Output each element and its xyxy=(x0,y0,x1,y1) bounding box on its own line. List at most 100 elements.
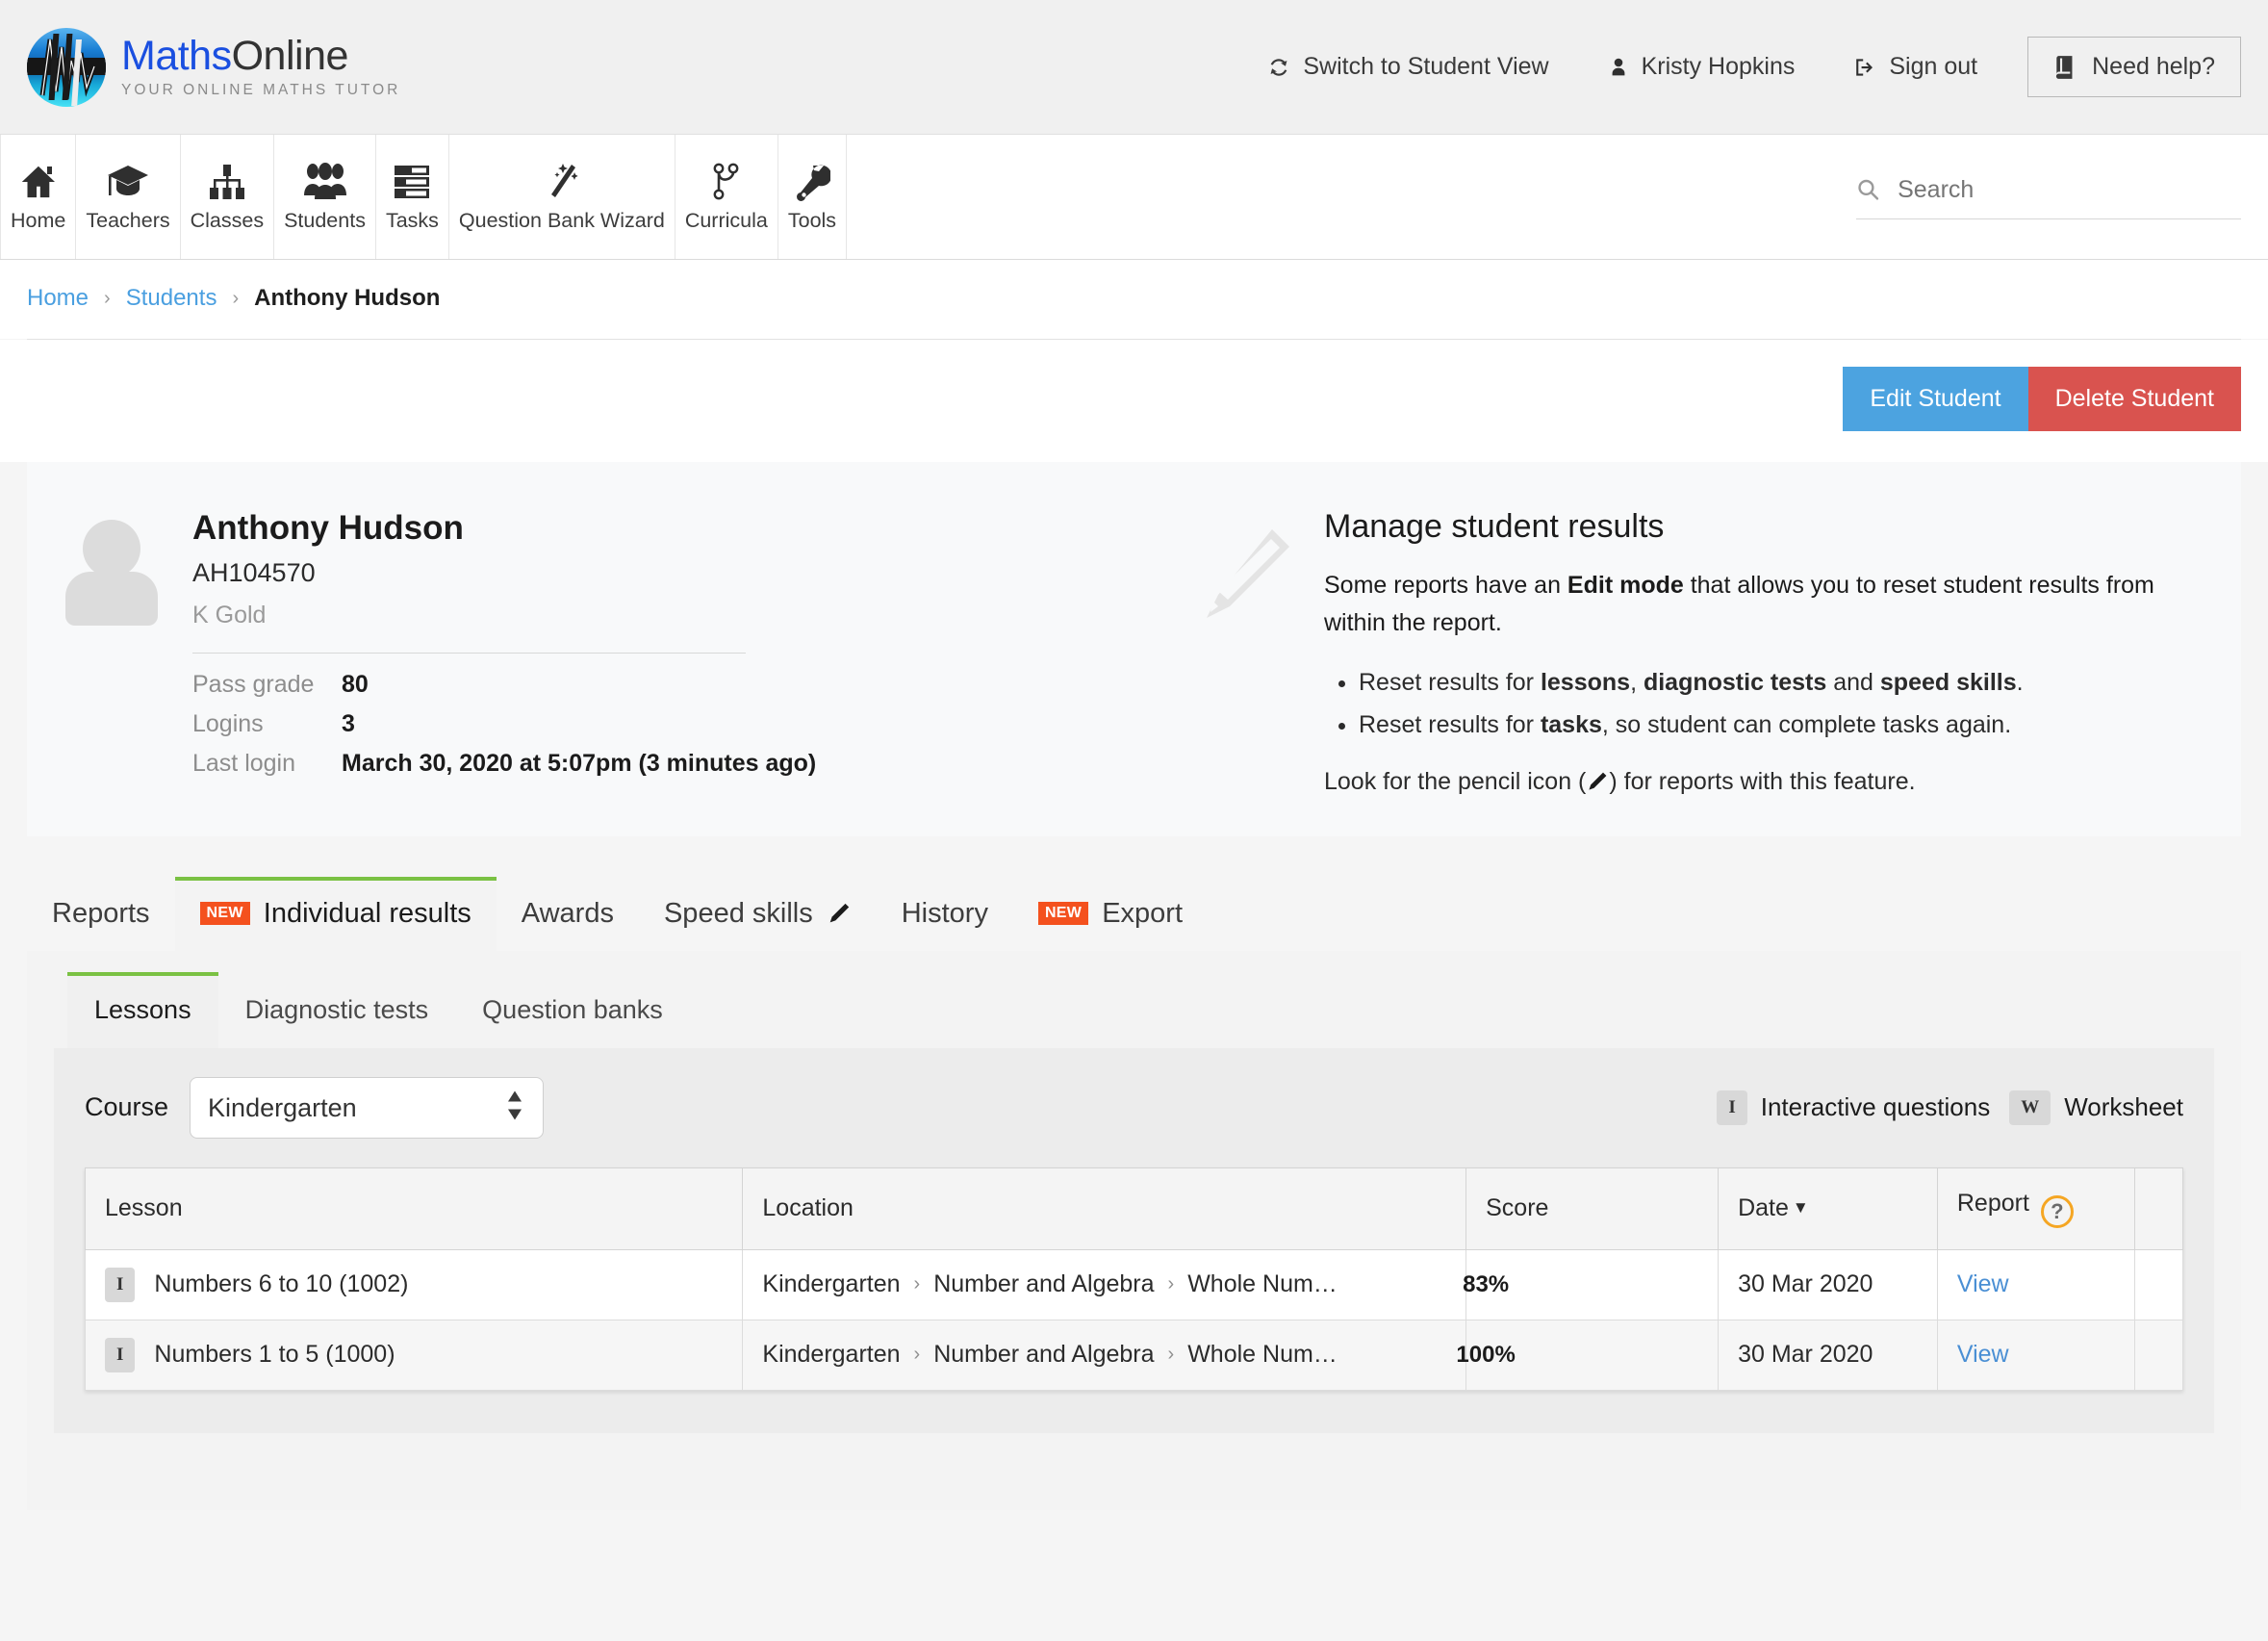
breadcrumb-home-link[interactable]: Home xyxy=(27,285,89,312)
column-header-report-label: Report xyxy=(1957,1190,2029,1217)
user-menu[interactable]: Kristy Hopkins xyxy=(1578,53,1824,81)
tab-export-label: Export xyxy=(1102,898,1183,930)
student-action-bar: Edit Student Delete Student xyxy=(0,340,2268,462)
tab-export[interactable]: NEW Export xyxy=(1013,877,1208,951)
view-report-link[interactable]: View xyxy=(1957,1270,2009,1297)
cell-lesson: I Numbers 1 to 5 (1000) xyxy=(86,1320,743,1390)
nav-item-tasks-label: Tasks xyxy=(386,209,439,233)
nav-item-tools[interactable]: Tools xyxy=(778,135,847,259)
breadcrumb-students-link[interactable]: Students xyxy=(126,285,217,312)
intro-edit-mode: Edit mode xyxy=(1567,572,1684,599)
view-report-link[interactable]: View xyxy=(1957,1341,2009,1368)
field-label-pass-grade: Pass grade xyxy=(192,671,342,699)
nav-item-tools-label: Tools xyxy=(788,209,836,233)
need-help-label: Need help? xyxy=(2092,53,2215,81)
field-value-logins: 3 xyxy=(342,710,816,738)
search-icon xyxy=(1856,176,1880,203)
lessons-panel-body: Course Kindergarten I Interactive questi… xyxy=(54,1048,2214,1433)
location-level-3: Whole Num… xyxy=(1187,1341,1338,1369)
legend-interactive: I Interactive questions xyxy=(1717,1090,1990,1125)
nav-item-students[interactable]: Students xyxy=(274,135,376,259)
column-header-date[interactable]: Date▼ xyxy=(1719,1167,1938,1249)
edit-student-button[interactable]: Edit Student xyxy=(1843,367,2027,431)
list-item: Reset results for lessons, diagnostic te… xyxy=(1359,663,2203,703)
brand-logo[interactable]: MathsOnline YOUR ONLINE MATHS TUTOR xyxy=(27,28,400,107)
legend-interactive-label: Interactive questions xyxy=(1761,1092,1990,1122)
nav-item-curricula[interactable]: Curricula xyxy=(675,135,778,259)
main-navigation: Home Teachers Classes xyxy=(0,135,2268,260)
column-header-lesson[interactable]: Lesson xyxy=(86,1167,743,1249)
tab-reports[interactable]: Reports xyxy=(27,877,175,951)
nav-item-tasks[interactable]: Tasks xyxy=(376,135,449,259)
cell-date: 30 Mar 2020 xyxy=(1719,1320,1938,1390)
tab-individual-results[interactable]: NEW Individual results xyxy=(175,877,497,951)
subtab-question-banks[interactable]: Question banks xyxy=(455,972,690,1048)
subtab-lessons-label: Lessons xyxy=(94,995,191,1024)
course-select[interactable]: Kindergarten xyxy=(190,1077,544,1139)
cell-date: 30 Mar 2020 xyxy=(1719,1249,1938,1320)
need-help-button[interactable]: Need help? xyxy=(2027,37,2241,97)
column-header-location[interactable]: Location xyxy=(743,1167,1466,1249)
cell-score: 83% xyxy=(1466,1249,1719,1320)
individual-results-panel: Lessons Diagnostic tests Question banks … xyxy=(27,951,2241,1510)
tab-speed-skills-label: Speed skills xyxy=(664,898,813,930)
sign-out-link[interactable]: Sign out xyxy=(1823,53,2006,81)
student-summary: Anthony Hudson AH104570 K Gold Pass grad… xyxy=(65,508,1182,796)
sign-out-icon xyxy=(1852,56,1877,79)
column-header-extra xyxy=(2134,1167,2182,1249)
ecg-wave-icon xyxy=(27,28,106,107)
pencil-icon xyxy=(1191,524,1295,796)
subtab-question-banks-label: Question banks xyxy=(482,995,663,1024)
nav-item-curricula-label: Curricula xyxy=(685,209,768,233)
delete-student-button[interactable]: Delete Student xyxy=(2028,367,2241,431)
interactive-chip-icon: I xyxy=(1717,1090,1746,1125)
subtab-diagnostic-tests-label: Diagnostic tests xyxy=(245,995,429,1024)
new-badge: NEW xyxy=(1038,902,1088,925)
sitemap-icon xyxy=(206,161,248,201)
cell-extra xyxy=(2134,1249,2182,1320)
subtab-lessons[interactable]: Lessons xyxy=(67,972,218,1048)
nav-item-classes[interactable]: Classes xyxy=(181,135,274,259)
table-row: I Numbers 6 to 10 (1002) Kindergarten › … xyxy=(86,1249,2183,1320)
tab-history[interactable]: History xyxy=(877,877,1013,951)
breadcrumb-separator-icon: › xyxy=(232,288,239,310)
nav-item-home[interactable]: Home xyxy=(0,135,76,259)
field-label-logins: Logins xyxy=(192,710,342,738)
course-label: Course xyxy=(85,1092,168,1122)
cell-report: View xyxy=(1937,1249,2134,1320)
result-subtabs: Lessons Diagnostic tests Question banks xyxy=(67,972,2214,1048)
manage-results-title: Manage student results xyxy=(1324,508,2203,546)
subtab-diagnostic-tests[interactable]: Diagnostic tests xyxy=(218,972,456,1048)
intro-part-a: Some reports have an xyxy=(1324,572,1567,599)
page-title: Anthony Hudson xyxy=(192,508,816,549)
manage-results-footer: Look for the pencil icon () for reports … xyxy=(1324,768,2203,796)
pencil-inline-icon xyxy=(1586,770,1609,793)
switch-to-student-view-link[interactable]: Switch to Student View xyxy=(1237,53,1577,81)
student-id: AH104570 xyxy=(192,558,816,588)
table-header: Lesson Location Score Date▼ Report? xyxy=(86,1167,2183,1249)
tab-speed-skills[interactable]: Speed skills xyxy=(639,877,877,951)
manage-results-intro: Some reports have an Edit mode that allo… xyxy=(1324,567,2203,642)
location-level-1: Kindergarten xyxy=(762,1341,900,1369)
tab-awards-label: Awards xyxy=(522,898,614,930)
user-name-label: Kristy Hopkins xyxy=(1642,53,1796,81)
book-icon xyxy=(2053,54,2078,81)
location-level-2: Number and Algebra xyxy=(933,1270,1154,1298)
column-header-score[interactable]: Score xyxy=(1466,1167,1719,1249)
nav-item-home-label: Home xyxy=(11,209,65,233)
field-label-last-login: Last login xyxy=(192,750,342,778)
table-body: I Numbers 6 to 10 (1002) Kindergarten › … xyxy=(86,1249,2183,1390)
nav-item-question-bank-wizard[interactable]: Question Bank Wizard xyxy=(449,135,675,259)
tab-awards[interactable]: Awards xyxy=(497,877,639,951)
sign-out-label: Sign out xyxy=(1889,53,1977,81)
nav-item-question-bank-wizard-label: Question Bank Wizard xyxy=(459,209,665,233)
sort-descending-icon: ▼ xyxy=(1793,1198,1809,1217)
help-question-icon[interactable]: ? xyxy=(2041,1195,2074,1228)
mathsonline-logo-icon xyxy=(27,28,106,107)
table-header-row: Lesson Location Score Date▼ Report? xyxy=(86,1167,2183,1249)
global-search[interactable] xyxy=(1856,175,2268,219)
avatar xyxy=(65,520,158,612)
top-bar-actions: Switch to Student View Kristy Hopkins Si… xyxy=(1237,37,2241,97)
search-input[interactable] xyxy=(1896,175,2241,205)
nav-item-teachers[interactable]: Teachers xyxy=(76,135,180,259)
